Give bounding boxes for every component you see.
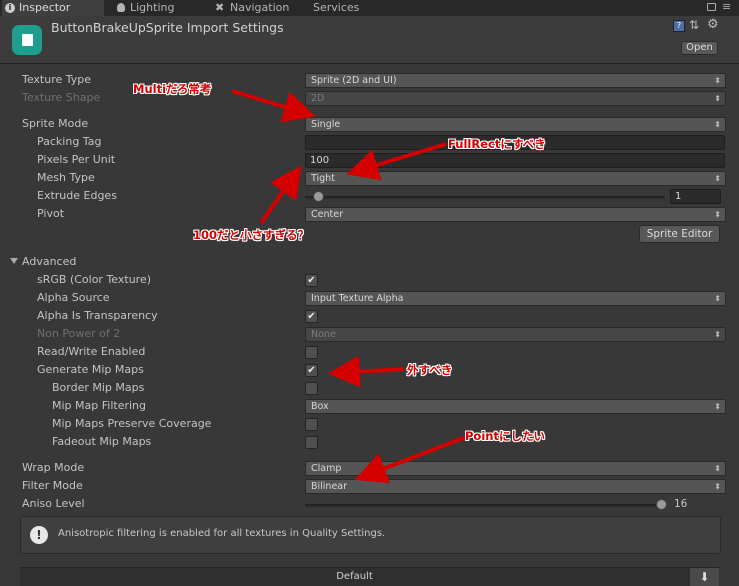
annotation-arrow-fullrect <box>346 142 447 181</box>
annotation-multi: Multiだろ常考 <box>133 82 212 96</box>
annotation-arrow-mip <box>328 355 405 388</box>
annotation-fullrect: FullRectにすべき <box>448 137 546 151</box>
annotation-arrow-pixels <box>259 165 302 225</box>
annotation-mip: 外すべき <box>407 363 453 377</box>
annotation-point: Pointにしたい <box>465 429 545 443</box>
annotation-pixels: 100だと小さすぎる？ <box>193 228 310 242</box>
annotation-arrows <box>231 89 467 484</box>
annotation-arrow-multi <box>231 89 316 123</box>
annotation-arrow-point <box>354 435 467 484</box>
